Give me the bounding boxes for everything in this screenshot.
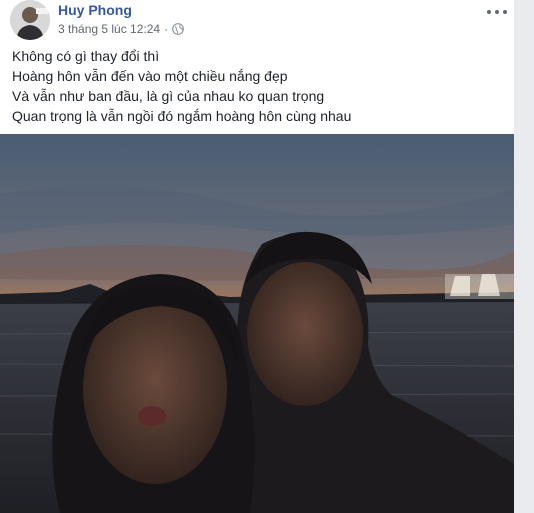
- post-timestamp[interactable]: 3 tháng 5 lúc 12:24: [58, 22, 160, 36]
- post-meta: 3 tháng 5 lúc 12:24 ·: [58, 22, 184, 36]
- more-dot: [503, 10, 507, 14]
- more-dot: [495, 10, 499, 14]
- post-photo[interactable]: [0, 134, 514, 513]
- post-text-line: Hoàng hôn vẫn đến vào một chiều nắng đẹp: [12, 68, 288, 84]
- page-scroll-gutter: [514, 0, 534, 513]
- more-dot: [487, 10, 491, 14]
- post-text-line: Không có gì thay đổi thì: [12, 48, 160, 64]
- meta-separator: ·: [164, 22, 169, 36]
- globe-icon[interactable]: [172, 23, 184, 35]
- post-text-line: Quan trọng là vẫn ngồi đó ngắm hoàng hôn…: [12, 108, 352, 124]
- author-avatar[interactable]: [10, 0, 50, 40]
- post-text: Không có gì thay đổi thì Hoàng hôn vẫn đ…: [12, 46, 507, 126]
- facebook-post: Huy Phong 3 tháng 5 lúc 12:24 · Không có…: [0, 0, 514, 513]
- post-text-line: Và vẫn như ban đầu, là gì của nhau ko qu…: [12, 88, 325, 104]
- more-options-icon[interactable]: [487, 6, 507, 18]
- sunset-selfie-image: [0, 134, 514, 513]
- author-name[interactable]: Huy Phong: [58, 2, 132, 18]
